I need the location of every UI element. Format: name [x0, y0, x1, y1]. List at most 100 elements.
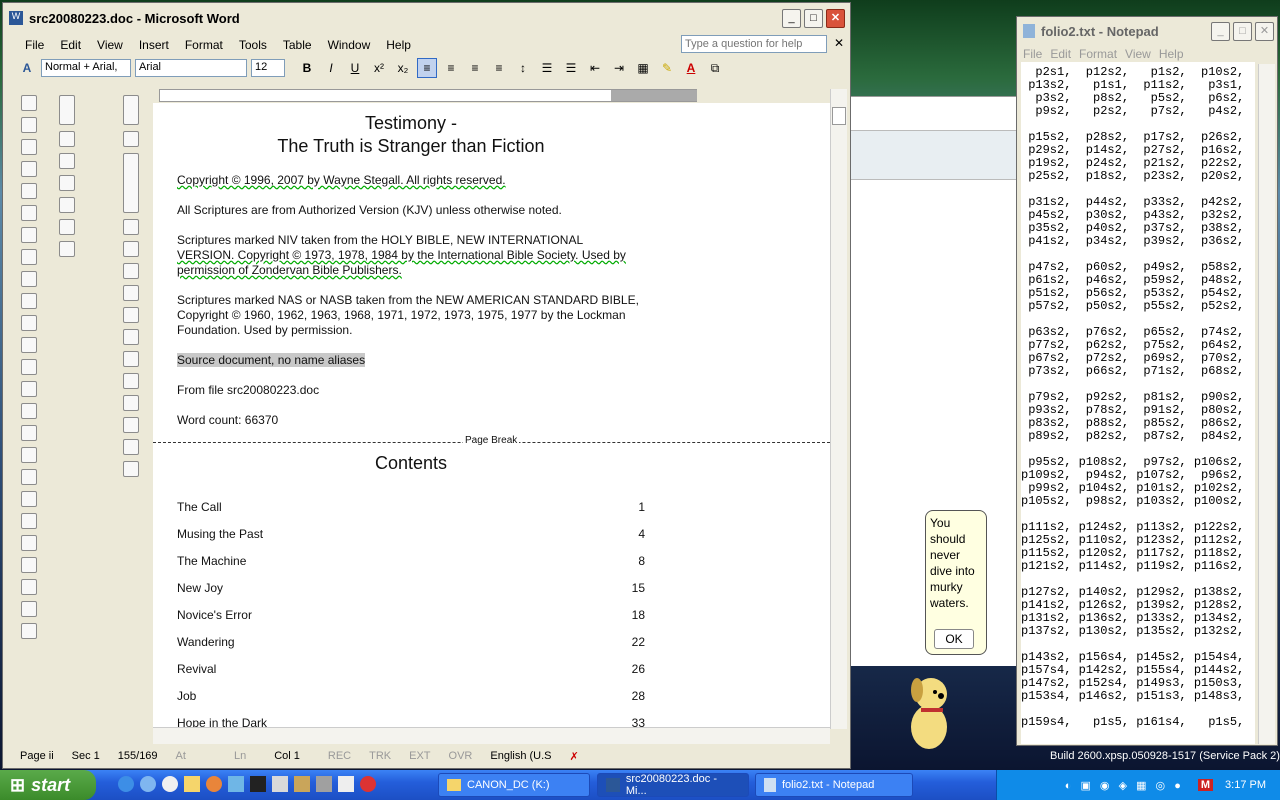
autoshapes-icon[interactable]: [123, 153, 139, 213]
network-icon[interactable]: [228, 776, 244, 792]
toc-entry[interactable]: Hope in the Dark 33: [177, 716, 645, 727]
align-left-icon[interactable]: ≡: [417, 58, 437, 78]
assistant-ok-button[interactable]: OK: [934, 629, 974, 649]
app-icon[interactable]: [206, 776, 222, 792]
track-changes-icon[interactable]: [59, 219, 75, 235]
subscript-button[interactable]: x₂: [393, 58, 413, 78]
toc-entry[interactable]: Wandering 22: [177, 635, 645, 649]
document-page[interactable]: Testimony - The Truth is Stranger than F…: [153, 103, 830, 727]
notepad-maximize-button[interactable]: □: [1233, 22, 1252, 41]
styles-icon[interactable]: A: [17, 58, 37, 78]
minimize-button[interactable]: _: [782, 9, 801, 28]
menu-view[interactable]: View: [89, 38, 131, 52]
notepad-menu-file[interactable]: File: [1019, 47, 1046, 61]
document-map-icon[interactable]: [21, 535, 37, 551]
picture-icon[interactable]: [123, 395, 139, 411]
underline-button[interactable]: U: [345, 58, 365, 78]
notepad-menu-edit[interactable]: Edit: [1046, 47, 1075, 61]
ie-icon[interactable]: [118, 776, 134, 792]
notepad-titlebar[interactable]: folio2.txt - Notepad _ □ ✕: [1017, 17, 1277, 45]
cmd-icon[interactable]: [250, 776, 266, 792]
notepad-close-button[interactable]: ✕: [1255, 22, 1274, 41]
next-change-icon[interactable]: [59, 153, 75, 169]
rectangle-icon[interactable]: [123, 263, 139, 279]
numbering-icon[interactable]: ☰: [537, 58, 557, 78]
toc-entry[interactable]: Revival 26: [177, 662, 645, 676]
select-objects-icon[interactable]: [123, 131, 139, 147]
toc-entry[interactable]: New Joy 15: [177, 581, 645, 595]
wordart-icon[interactable]: [123, 329, 139, 345]
status-ext[interactable]: EXT: [400, 750, 439, 762]
notepad-text-area[interactable]: p2s1, p12s2, p1s2, p10s2, p13s2, p1s1, p…: [1021, 62, 1255, 744]
show-menu-icon[interactable]: [59, 95, 75, 125]
prev-change-icon[interactable]: [59, 131, 75, 147]
oval-icon[interactable]: [123, 285, 139, 301]
assistant-dog-icon[interactable]: [897, 672, 957, 752]
menu-format[interactable]: Format: [177, 38, 231, 52]
close-button[interactable]: ✕: [826, 9, 845, 28]
notepad-vscrollbar[interactable]: [1258, 64, 1275, 744]
clipart-icon[interactable]: [123, 373, 139, 389]
start-button[interactable]: ⊞ start: [0, 770, 96, 800]
accept-change-icon[interactable]: [59, 175, 75, 191]
notepad-menu-view[interactable]: View: [1121, 47, 1155, 61]
research-icon[interactable]: ⧉: [705, 58, 725, 78]
status-trk[interactable]: TRK: [360, 750, 400, 762]
browser-icon[interactable]: [140, 776, 156, 792]
status-rec[interactable]: REC: [319, 750, 360, 762]
taskbar-item-notepad[interactable]: folio2.txt - Notepad: [755, 773, 913, 797]
word-vscrollbar[interactable]: [830, 89, 847, 729]
line-spacing-icon[interactable]: ↕: [513, 58, 533, 78]
menu-edit[interactable]: Edit: [52, 38, 89, 52]
fill-color-icon[interactable]: [123, 417, 139, 433]
arrow-icon[interactable]: [123, 241, 139, 257]
border-icon[interactable]: ▦: [633, 58, 653, 78]
close-doc-icon[interactable]: ✕: [834, 36, 844, 50]
textbox-icon[interactable]: [123, 307, 139, 323]
hyperlink-icon[interactable]: [21, 403, 37, 419]
cut-icon[interactable]: [21, 271, 37, 287]
line-color-icon[interactable]: [123, 439, 139, 455]
taskbar-item-word[interactable]: src20080223.doc - Mi...: [597, 773, 749, 797]
bullets-icon[interactable]: ☰: [561, 58, 581, 78]
diagram-icon[interactable]: [123, 351, 139, 367]
align-center-icon[interactable]: ≡: [441, 58, 461, 78]
word-hscrollbar[interactable]: [153, 727, 830, 744]
word-vscroll-thumb[interactable]: [832, 107, 846, 125]
menu-file[interactable]: File: [17, 38, 52, 52]
zoom-icon[interactable]: [21, 579, 37, 595]
size-select[interactable]: 12: [251, 59, 285, 77]
insert-table-icon[interactable]: [21, 447, 37, 463]
spelling-icon[interactable]: [21, 249, 37, 265]
tool-icon[interactable]: [272, 776, 288, 792]
columns-icon[interactable]: [21, 491, 37, 507]
toc-entry[interactable]: Musing the Past 4: [177, 527, 645, 541]
reviewing-pane-icon[interactable]: [59, 241, 75, 257]
toc-entry[interactable]: Job 28: [177, 689, 645, 703]
print-icon[interactable]: [21, 205, 37, 221]
menu-table[interactable]: Table: [275, 38, 320, 52]
reject-change-icon[interactable]: [59, 197, 75, 213]
show-hide-icon[interactable]: [21, 557, 37, 573]
help-icon[interactable]: [21, 601, 37, 617]
new-icon[interactable]: [21, 95, 37, 111]
word-titlebar[interactable]: W src20080223.doc - Microsoft Word _ □ ✕: [3, 3, 850, 33]
excel-icon[interactable]: [21, 469, 37, 485]
spelling-status-icon[interactable]: ✗: [561, 750, 588, 763]
open-icon[interactable]: [21, 117, 37, 133]
menu-window[interactable]: Window: [320, 38, 379, 52]
justify-icon[interactable]: ≡: [489, 58, 509, 78]
notepad-menu-format[interactable]: Format: [1075, 47, 1121, 61]
format-painter-icon[interactable]: [21, 337, 37, 353]
decrease-indent-icon[interactable]: ⇤: [585, 58, 605, 78]
stop-icon[interactable]: [360, 776, 376, 792]
notepad-minimize-button[interactable]: _: [1211, 22, 1230, 41]
print-preview-icon[interactable]: [21, 227, 37, 243]
highlight-icon[interactable]: ✎: [657, 58, 677, 78]
maximize-button[interactable]: □: [804, 9, 823, 28]
media-icon[interactable]: [162, 776, 178, 792]
pen-icon[interactable]: [316, 776, 332, 792]
drawing-icon[interactable]: [21, 513, 37, 529]
status-ovr[interactable]: OVR: [440, 750, 482, 762]
taskbar-item-canon[interactable]: CANON_DC (K:): [438, 773, 590, 797]
